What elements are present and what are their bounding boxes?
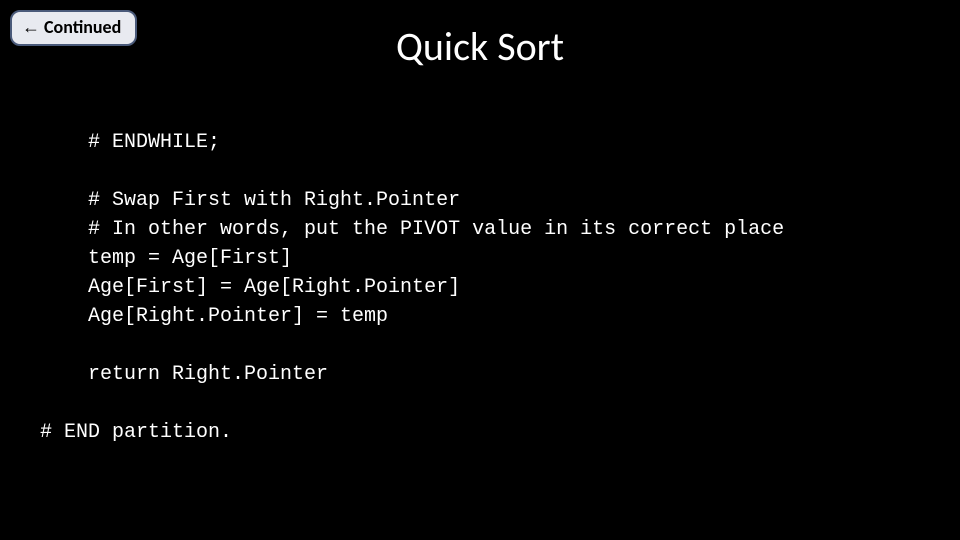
slide: ← Continued Quick Sort # ENDWHILE; # Swa… [0, 0, 960, 540]
page-title: Quick Sort [0, 22, 960, 71]
code-block: # ENDWHILE; # Swap First with Right.Poin… [40, 128, 920, 447]
